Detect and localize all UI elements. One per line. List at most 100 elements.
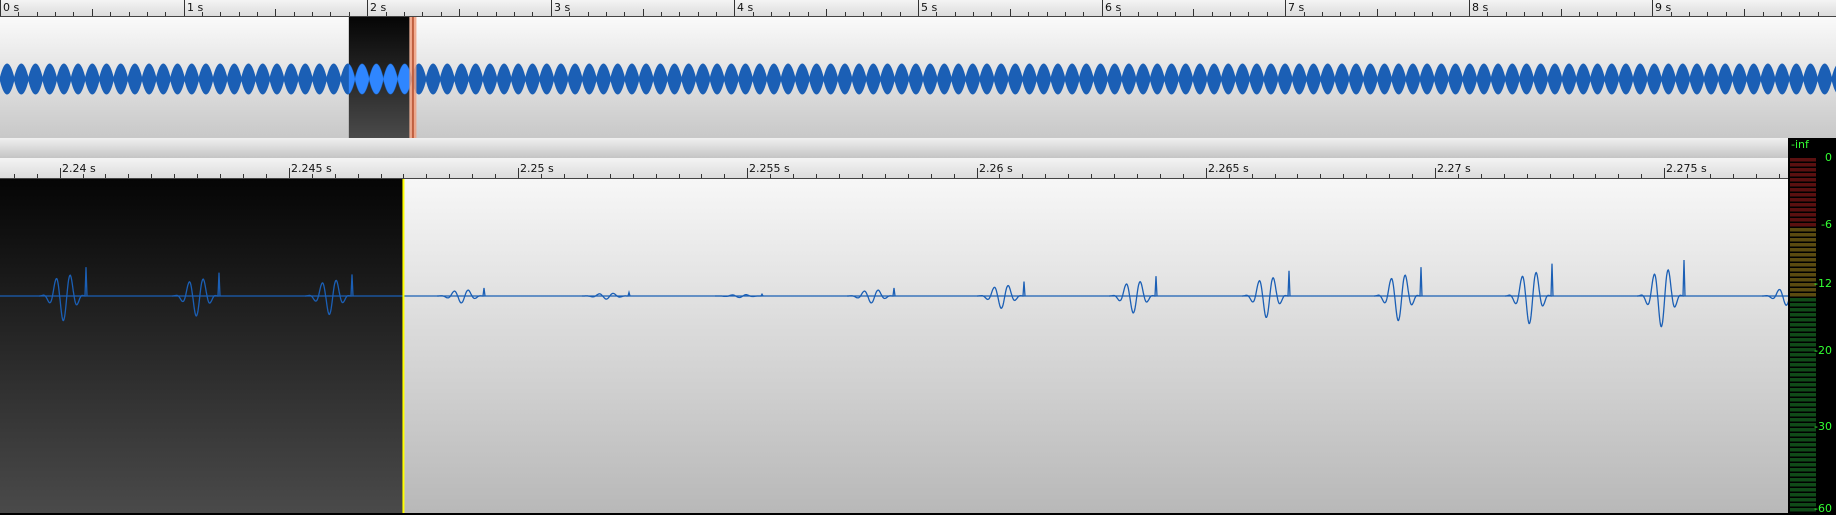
meter-label-20: -20 <box>1814 344 1832 357</box>
ruler-tick <box>1028 12 1029 16</box>
meter-segment <box>1790 378 1816 382</box>
meter-segment <box>1790 428 1816 432</box>
ruler-tick <box>220 174 221 178</box>
ruler-tick <box>449 174 450 178</box>
meter-segment <box>1790 363 1816 367</box>
ruler-label: 7 s <box>1288 1 1305 14</box>
meter-segment <box>1790 463 1816 467</box>
ruler-tick <box>0 0 1 16</box>
meter-label-12: -12 <box>1814 277 1832 290</box>
detail-waveform-lane[interactable] <box>0 179 1788 513</box>
meter-segment <box>1790 413 1816 417</box>
ruler-tick <box>1435 168 1436 178</box>
ruler-tick <box>588 12 589 16</box>
meter-segment <box>1790 298 1816 302</box>
meter-segment <box>1790 208 1816 212</box>
meter-segment <box>1790 468 1816 472</box>
ruler-tick <box>151 174 152 178</box>
meter-segment <box>1790 498 1816 502</box>
ruler-tick <box>1252 174 1253 178</box>
ruler-tick <box>771 12 772 16</box>
ruler-label: 2 s <box>370 1 387 14</box>
ruler-tick <box>1322 12 1323 16</box>
ruler-tick <box>165 12 166 16</box>
overview-time-ruler[interactable]: 0 s 1 s 2 s 3 s 4 s 5 s 6 s 7 s 8 s 9 s <box>0 0 1836 17</box>
meter-label-6: -6 <box>1821 218 1832 231</box>
ruler-tick <box>1138 12 1139 16</box>
ruler-tick <box>37 174 38 178</box>
ruler-tick <box>243 174 244 178</box>
ruler-tick <box>55 12 56 16</box>
meter-segment <box>1790 433 1816 437</box>
ruler-tick <box>1726 12 1727 16</box>
meter-segment <box>1790 293 1816 297</box>
ruler-tick <box>918 0 919 16</box>
ruler-label: 1 s <box>187 1 204 14</box>
ruler-tick <box>1818 12 1819 16</box>
ruler-tick <box>105 174 106 178</box>
ruler-tick <box>1065 12 1066 16</box>
ruler-tick <box>275 9 276 16</box>
ruler-tick <box>92 9 93 16</box>
ruler-tick <box>1137 174 1138 178</box>
ruler-tick <box>335 174 336 178</box>
ruler-tick <box>1744 9 1745 16</box>
ruler-tick <box>403 174 404 178</box>
ruler-label: 2.265 s <box>1208 162 1249 175</box>
ruler-tick <box>977 168 978 178</box>
ruler-tick <box>661 12 662 16</box>
meter-segment <box>1790 178 1816 182</box>
ruler-tick <box>1432 12 1433 16</box>
ruler-tick <box>1083 12 1084 16</box>
ruler-label: 2.25 s <box>520 162 554 175</box>
meter-segment <box>1790 163 1816 167</box>
ruler-label: 2.275 s <box>1666 162 1707 175</box>
ruler-tick <box>1469 0 1470 16</box>
ruler-tick <box>426 174 427 178</box>
overview-waveform <box>0 17 1836 138</box>
meter-segment <box>1790 218 1816 222</box>
ruler-label: 6 s <box>1105 1 1122 14</box>
ruler-tick <box>289 168 290 178</box>
detail-time-ruler[interactable]: 2.24 s 2.245 s 2.25 s 2.255 s 2.26 s 2.265 s 2… <box>0 158 1788 179</box>
ruler-tick <box>518 168 519 178</box>
ruler-tick <box>1045 174 1046 178</box>
meter-label-inf: -inf <box>1791 138 1809 151</box>
ruler-tick <box>1091 174 1092 178</box>
meter-segment <box>1790 188 1816 192</box>
meter-label-0: 0 <box>1825 151 1832 164</box>
ruler-tick <box>793 174 794 178</box>
ruler-tick <box>1481 174 1482 178</box>
ruler-tick <box>514 12 515 16</box>
ruler-tick <box>477 12 478 16</box>
ruler-tick <box>532 12 533 16</box>
ruler-tick <box>1763 12 1764 16</box>
meter-segment <box>1790 198 1816 202</box>
overview-waveform-lane[interactable] <box>0 17 1836 138</box>
meter-segment <box>1790 268 1816 272</box>
ruler-tick <box>1343 174 1344 178</box>
meter-segment <box>1790 473 1816 477</box>
ruler-tick <box>1652 0 1653 16</box>
level-meter: -inf 0 -6 -12 -20 -30 -60 <box>1788 138 1836 515</box>
meter-segment <box>1790 503 1816 507</box>
meter-segment <box>1790 323 1816 327</box>
detail-selection[interactable] <box>0 179 404 513</box>
meter-segment <box>1790 253 1816 257</box>
ruler-tick <box>789 12 790 16</box>
ruler-label: 0 s <box>3 1 20 14</box>
ruler-tick <box>1068 174 1069 178</box>
ruler-tick <box>1756 174 1757 178</box>
ruler-tick <box>1634 12 1635 16</box>
ruler-tick <box>184 0 185 16</box>
meter-segment <box>1790 423 1816 427</box>
ruler-tick <box>863 12 864 16</box>
meter-segment <box>1790 443 1816 447</box>
ruler-tick <box>1595 174 1596 178</box>
ruler-tick <box>1618 174 1619 178</box>
ruler-tick <box>1664 168 1665 178</box>
ruler-tick <box>724 174 725 178</box>
ruler-tick <box>441 12 442 16</box>
ruler-tick <box>312 12 313 16</box>
ruler-tick <box>1340 12 1341 16</box>
